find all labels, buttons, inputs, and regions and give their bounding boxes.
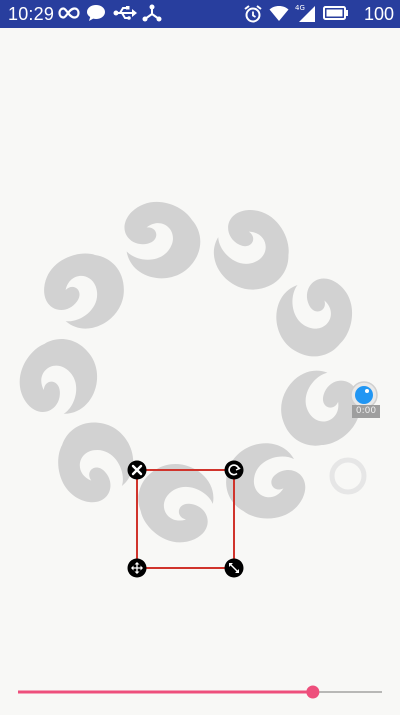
clock: 10:29: [8, 4, 55, 24]
status-bar: 10:29 4G 100: [0, 0, 400, 28]
decorative-swirl-ring: [5, 189, 375, 558]
message-icon: [87, 5, 105, 21]
resize-icon[interactable]: [224, 558, 244, 578]
share-hub-icon: [142, 4, 162, 22]
usb-icon: [113, 6, 137, 20]
artwork-layer: [5, 189, 378, 578]
floating-ring-icon[interactable]: [329, 457, 367, 495]
signal-icon: 4G: [295, 4, 315, 22]
battery-percent: 100: [364, 4, 395, 24]
wifi-icon: [269, 6, 289, 21]
close-icon[interactable]: [127, 460, 147, 480]
svg-text:4G: 4G: [295, 4, 305, 12]
alarm-icon: [244, 5, 262, 23]
timer-label: 0:00: [352, 405, 380, 418]
battery-icon: [323, 6, 348, 20]
infinity-icon: [58, 7, 80, 19]
move-icon[interactable]: [127, 558, 147, 578]
seekbar-thumb[interactable]: [306, 685, 320, 699]
rotate-icon[interactable]: [224, 460, 244, 480]
editor-canvas[interactable]: [0, 28, 400, 711]
seekbar[interactable]: [0, 680, 400, 704]
